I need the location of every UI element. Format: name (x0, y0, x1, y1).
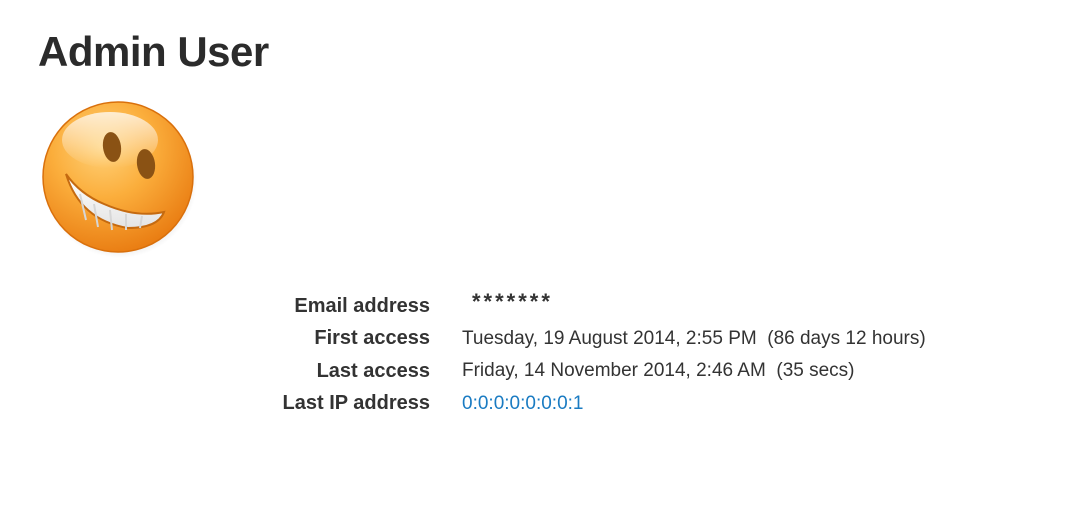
email-row: Email address ******* (200, 289, 1020, 323)
last-ip-link[interactable]: 0:0:0:0:0:0:0:1 (462, 393, 584, 415)
user-profile-page: Admin User Email address ******* First a… (0, 0, 1070, 518)
first-access-row: First access Tuesday, 19 August 2014, 2:… (200, 323, 1020, 356)
profile-details: Email address ******* First access Tuesd… (200, 289, 1020, 421)
first-access-value: Tuesday, 19 August 2014, 2:55 PM (86 day… (462, 327, 926, 349)
last-access-row: Last access Friday, 14 November 2014, 2:… (200, 355, 1020, 388)
email-value: ******* (472, 289, 553, 315)
last-access-label: Last access (316, 359, 430, 382)
smiley-face-icon (42, 101, 197, 258)
last-ip-label: Last IP address (282, 392, 430, 415)
avatar (40, 100, 198, 258)
email-label: Email address (294, 294, 430, 317)
first-access-label: First access (314, 327, 430, 350)
last-ip-row: Last IP address 0:0:0:0:0:0:0:1 (200, 388, 1020, 421)
page-title: Admin User (38, 28, 269, 75)
last-access-value: Friday, 14 November 2014, 2:46 AM (35 se… (462, 360, 855, 382)
